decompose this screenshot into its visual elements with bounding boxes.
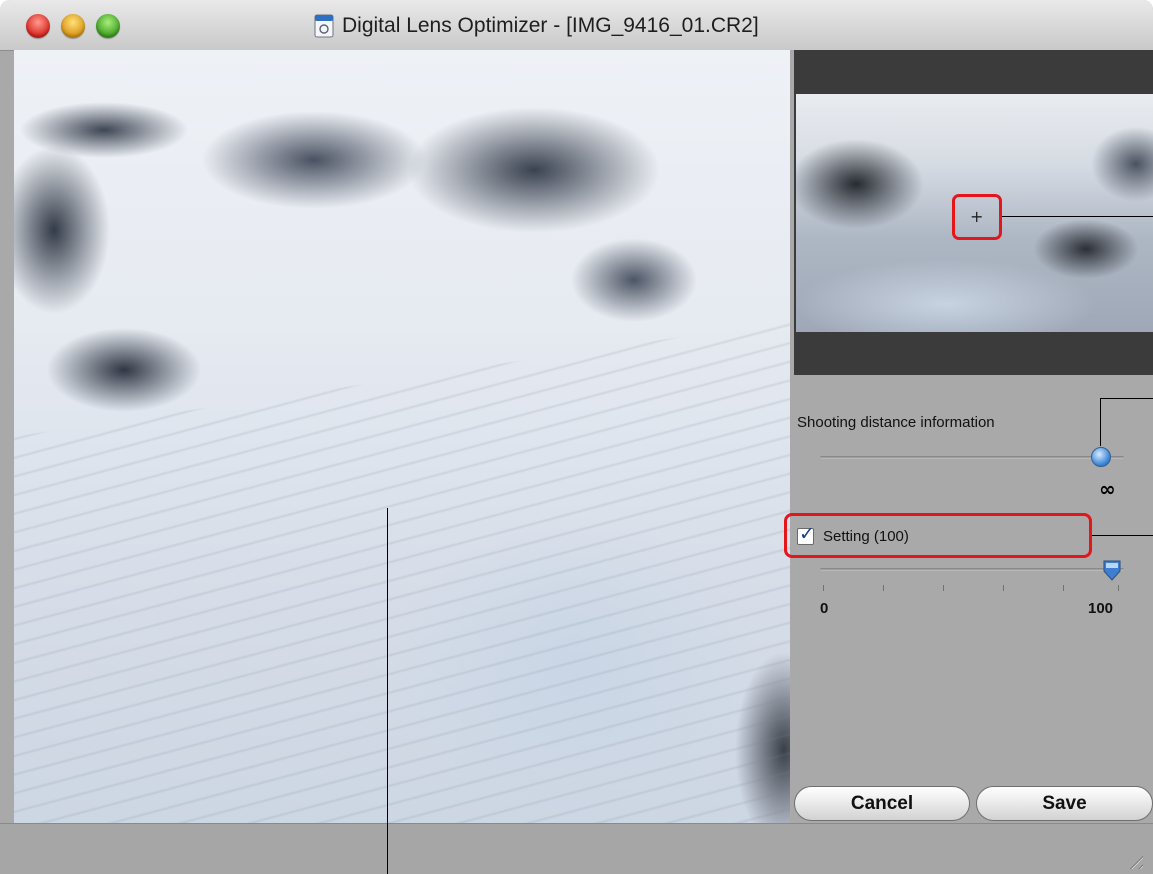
setting-checkbox[interactable]: ✓ — [797, 523, 815, 545]
shooting-distance-label: Shooting distance information — [797, 414, 995, 431]
resize-grip-icon[interactable] — [1125, 851, 1143, 869]
setting-slider-track[interactable] — [820, 568, 1124, 571]
status-bar — [0, 823, 1153, 874]
checkmark-icon: ✓ — [799, 523, 815, 545]
image-preview-area[interactable] — [14, 50, 790, 823]
setting-slider-thumb[interactable] — [1102, 560, 1122, 582]
crosshair-icon: + — [970, 207, 984, 226]
title-bar[interactable]: Digital Lens Optimizer - [IMG_9416_01.CR… — [0, 0, 1153, 51]
window-title: Digital Lens Optimizer - [IMG_9416_01.CR… — [314, 13, 759, 39]
document-icon — [314, 14, 334, 38]
minimize-window-button[interactable] — [61, 14, 85, 38]
callout-line-distance-v — [1100, 398, 1101, 446]
setting-min-label: 0 — [820, 600, 829, 617]
callout-line-preview — [387, 508, 388, 874]
setting-max-label: 100 — [1088, 600, 1114, 617]
save-button[interactable]: Save — [976, 786, 1153, 821]
shooting-distance-slider-track[interactable] — [820, 456, 1124, 459]
shooting-distance-slider-thumb[interactable] — [1091, 447, 1111, 467]
zoom-window-button[interactable] — [96, 14, 120, 38]
window-title-text: Digital Lens Optimizer - [IMG_9416_01.CR… — [342, 14, 759, 37]
callout-line-distance-h — [1100, 398, 1153, 399]
app-window: Digital Lens Optimizer - [IMG_9416_01.CR… — [0, 0, 1153, 874]
glacier-texture — [14, 320, 790, 823]
callout-line-navigator — [1002, 216, 1153, 217]
callout-line-setting — [1092, 535, 1153, 536]
setting-slider-ticks — [823, 585, 1123, 591]
settings-panel — [790, 50, 1153, 823]
setting-label[interactable]: Setting (100) — [823, 528, 909, 545]
close-window-button[interactable] — [26, 14, 50, 38]
cancel-button[interactable]: Cancel — [794, 786, 970, 821]
shooting-distance-value: ∞ — [1099, 477, 1116, 501]
